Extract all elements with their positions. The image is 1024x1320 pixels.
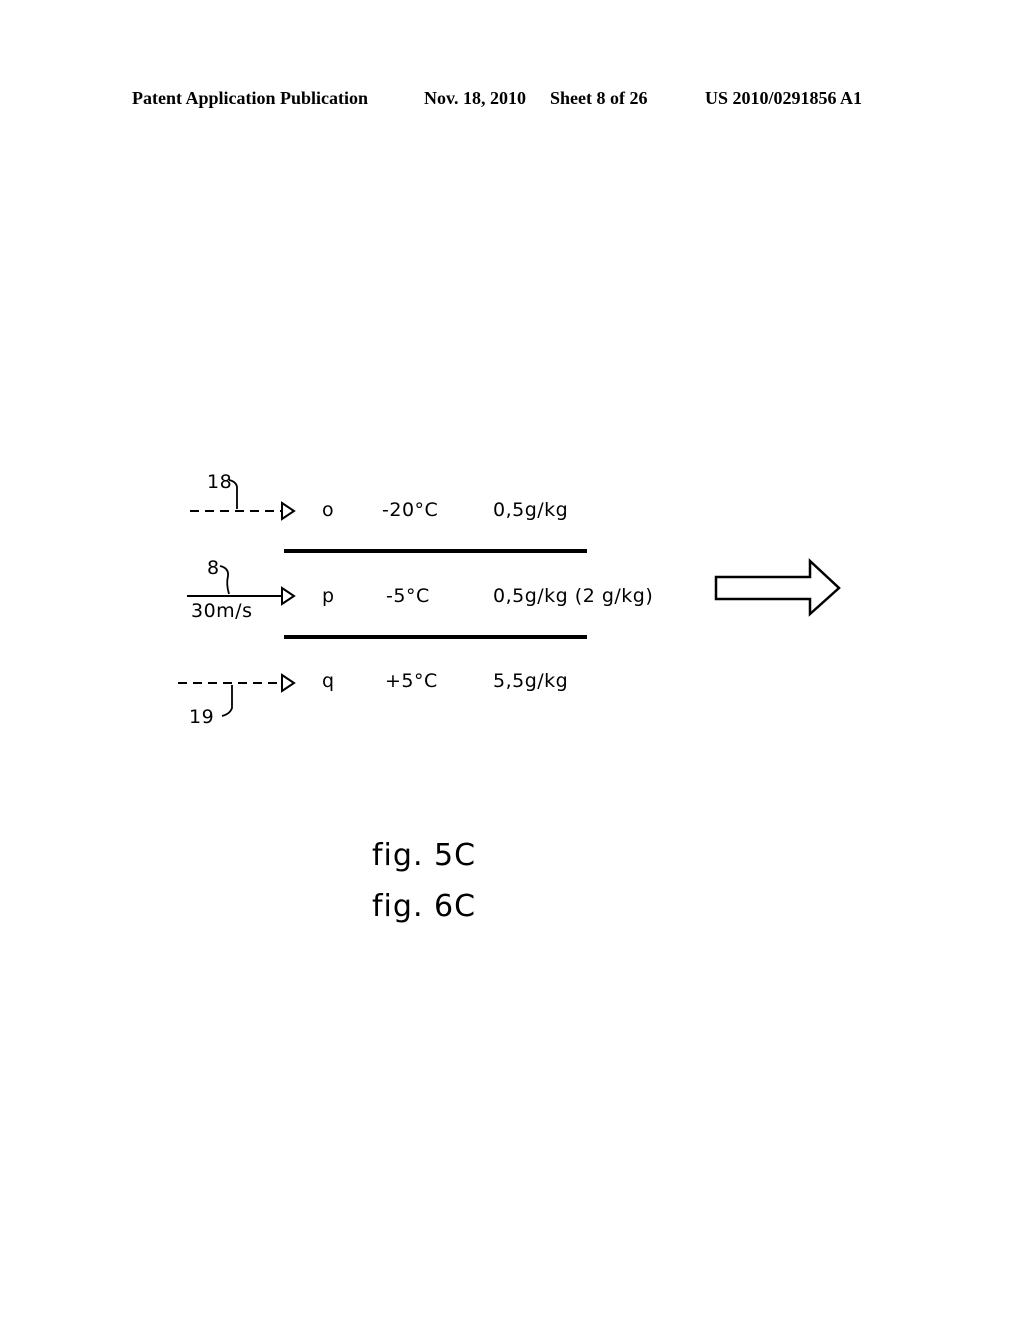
stream-p-humidity: 0,5g/kg (2 g/kg) (493, 585, 654, 607)
stream-label-o: o (322, 499, 335, 521)
arrowhead-icon (281, 501, 296, 521)
leader-line-19 (221, 685, 233, 717)
stream-p-speed: 30m/s (191, 600, 253, 622)
reference-19: 19 (189, 706, 215, 728)
reference-8: 8 (207, 557, 220, 579)
leader-line-8 (219, 565, 230, 595)
figure-caption-6c: fig. 6C (372, 889, 477, 924)
stream-p-temperature: -5°C (386, 585, 430, 607)
arrowhead-icon (281, 586, 296, 606)
stream-label-q: q (322, 670, 335, 692)
arrowhead-icon (281, 673, 296, 693)
stream-o-arrow (190, 479, 296, 521)
flow-diagram (178, 479, 841, 717)
stream-p-arrow (187, 565, 296, 606)
right-block-arrow-icon (714, 558, 841, 617)
figure-caption-5c: fig. 5C (372, 838, 477, 873)
stream-label-p: p (322, 585, 335, 607)
stream-q-temperature: +5°C (385, 670, 438, 692)
reference-18: 18 (207, 471, 233, 493)
stream-q-humidity: 5,5g/kg (493, 670, 569, 692)
stream-o-temperature: -20°C (382, 499, 439, 521)
stream-o-humidity: 0,5g/kg (493, 499, 569, 521)
